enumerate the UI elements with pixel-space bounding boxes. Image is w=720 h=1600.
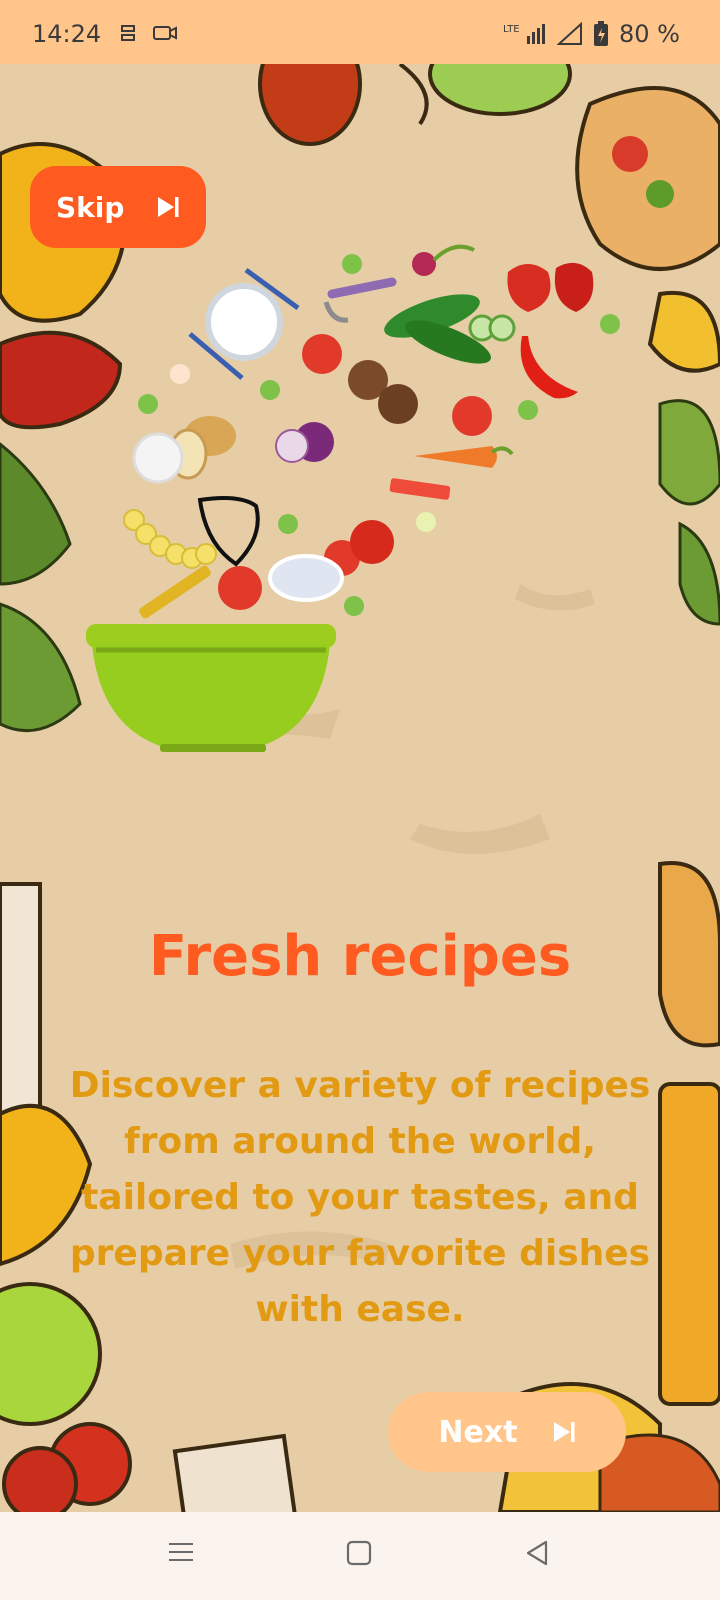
battery-icon [594, 21, 609, 46]
corner-food-top [258, 64, 572, 146]
status-right: LTE 80 % [503, 20, 680, 48]
battery-percent: 80 % [619, 20, 680, 48]
back-icon[interactable] [524, 1540, 550, 1566]
signal-icon: LTE [503, 24, 546, 44]
network-type: LTE [503, 24, 520, 35]
home-icon[interactable] [346, 1540, 372, 1566]
wifi-signal-icon [557, 22, 583, 45]
video-icon [153, 26, 177, 40]
skip-label: Skip [56, 190, 125, 224]
skip-forward-icon [158, 197, 179, 217]
next-label: Next [438, 1414, 518, 1450]
next-forward-icon [553, 1422, 575, 1442]
skip-button[interactable]: Skip [30, 166, 206, 248]
menu-icon[interactable] [168, 1540, 194, 1564]
status-left-icons [118, 22, 178, 44]
page-description: Discover a variety of recipes from aroun… [69, 1065, 651, 1330]
corner-food-top-right [575, 86, 720, 626]
status-time: 14:24 [32, 20, 102, 48]
salad-bowl-illustration [86, 244, 620, 752]
status-bar: 14:24 LTE 80 % [0, 0, 720, 64]
page-title: Fresh recipes [148, 924, 572, 989]
navigation-bar [0, 1512, 720, 1600]
sync-icon [121, 25, 135, 41]
next-button[interactable]: Next [388, 1392, 626, 1472]
